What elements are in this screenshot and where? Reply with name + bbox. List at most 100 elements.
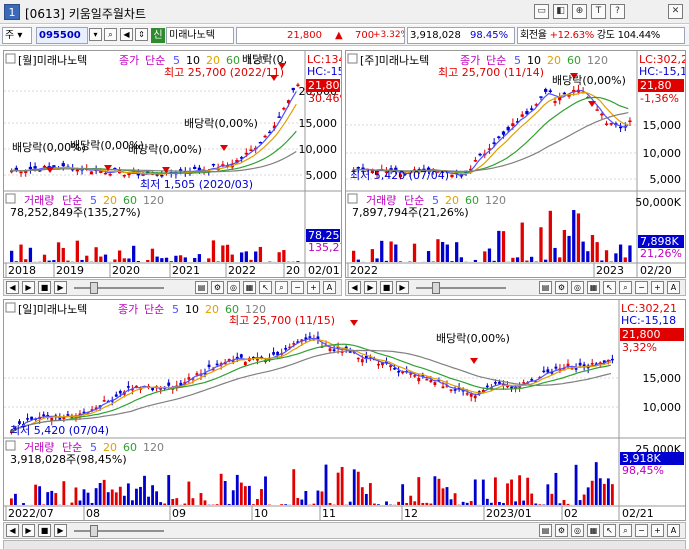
candle xyxy=(417,377,421,382)
grid-icon[interactable]: ▦ xyxy=(243,281,256,294)
candle xyxy=(554,366,558,369)
monthly-chart[interactable]: 20,00015,00010,0005,000[월]미래나노텍종가단순51020… xyxy=(3,50,342,278)
volume-bar xyxy=(389,241,393,262)
settings-icon[interactable]: ⚙ xyxy=(211,281,224,294)
zoom-out-icon[interactable]: − xyxy=(635,524,648,537)
prev-icon[interactable]: ◀ xyxy=(6,524,19,537)
chart-type-icon[interactable]: ▤ xyxy=(195,281,208,294)
dropdown-icon[interactable]: ▾ xyxy=(89,28,102,41)
candle xyxy=(66,414,70,416)
annotation-div: 배당락(0,00%) xyxy=(436,332,510,345)
pct-marker-text: 3,32% xyxy=(622,341,657,354)
volume-bar xyxy=(42,504,46,505)
indicator-icon[interactable]: ◎ xyxy=(227,281,240,294)
daily-chart[interactable]: 15,000 10,000 [일]미래나노텍 종가 단순 5 10 20 60 120 LC:302… xyxy=(3,299,686,521)
volume-bar xyxy=(501,231,506,262)
volume-bar xyxy=(628,245,632,262)
volume-bar xyxy=(110,489,114,505)
zoom-slider[interactable] xyxy=(74,530,164,532)
stop-icon[interactable]: ■ xyxy=(38,281,51,294)
zoom-slider-thumb[interactable] xyxy=(90,282,98,294)
volume-bar xyxy=(284,504,288,505)
search-icon[interactable]: ⌕ xyxy=(104,28,117,41)
zoom-in-icon[interactable]: + xyxy=(307,281,320,294)
title-bar: 1 [0613] 키움일주월차트 ▭ ◧ ⊕ T ? ✕ xyxy=(0,0,689,24)
annotation-arrow-icon xyxy=(470,358,478,364)
zoom-in-icon[interactable]: + xyxy=(651,281,664,294)
horizontal-scrollbar[interactable] xyxy=(3,540,686,549)
search-icon[interactable]: ⌕ xyxy=(275,281,288,294)
grid-icon[interactable]: ▦ xyxy=(587,281,600,294)
stock-code-input[interactable]: 095500 xyxy=(36,27,88,44)
font-icon[interactable]: A xyxy=(667,524,680,537)
text-icon[interactable]: T xyxy=(591,4,606,19)
next-icon[interactable]: ▶ xyxy=(54,281,67,294)
search-icon[interactable]: ⌕ xyxy=(619,524,632,537)
chart-type-icon[interactable]: ▤ xyxy=(539,524,552,537)
stock-toolbar: 주 ▾ 095500 ▾ ⌕ ◀ ⇕ 신 미래나노텍 21,800 ▲ 700 … xyxy=(0,25,689,46)
speaker-icon[interactable]: ◀ xyxy=(120,28,133,41)
volume-bar xyxy=(239,252,244,262)
zoom-slider[interactable] xyxy=(416,287,506,289)
volume-bar xyxy=(548,210,552,262)
play-icon[interactable]: ▶ xyxy=(364,281,377,294)
volume-bar xyxy=(553,247,557,262)
search-icon[interactable]: ⌕ xyxy=(619,281,632,294)
date-label: 02/01 xyxy=(308,264,340,277)
volume-bar xyxy=(502,503,505,505)
candle xyxy=(478,153,482,156)
cursor-icon[interactable]: ↖ xyxy=(603,524,616,537)
restore-icon[interactable]: ◧ xyxy=(553,4,568,19)
prev-icon[interactable]: ◀ xyxy=(6,281,19,294)
next-icon[interactable]: ▶ xyxy=(396,281,409,294)
font-icon[interactable]: A xyxy=(667,281,680,294)
weekly-chart[interactable]: 15,000 10,000 5,000 [주]미래나노텍 종가 단순 5 10 20 60 120 L… xyxy=(345,50,686,278)
volume-bar xyxy=(80,259,84,262)
close-icon[interactable]: ✕ xyxy=(668,4,683,19)
minimize-icon[interactable]: ▭ xyxy=(534,4,549,19)
volume-bar xyxy=(384,260,389,262)
zoom-out-icon[interactable]: − xyxy=(291,281,304,294)
candle xyxy=(282,107,286,110)
volume-bar xyxy=(207,258,211,262)
indicator-icon[interactable]: ◎ xyxy=(571,524,584,537)
y-tick-label: 5,000 xyxy=(306,169,338,182)
volume-bar xyxy=(590,235,595,262)
stop-icon[interactable]: ■ xyxy=(38,524,51,537)
candle xyxy=(243,361,247,366)
settings-icon[interactable]: ⚙ xyxy=(555,281,568,294)
volume-bar xyxy=(50,490,54,505)
link-icon[interactable]: ⊕ xyxy=(572,4,587,19)
volume-bar xyxy=(529,256,534,262)
chart-type-icon[interactable]: ▤ xyxy=(539,281,552,294)
cursor-icon[interactable]: ↖ xyxy=(603,281,616,294)
font-icon[interactable]: A xyxy=(323,281,336,294)
indicator-icon[interactable]: ◎ xyxy=(571,281,584,294)
candle xyxy=(485,385,489,388)
volume-bar xyxy=(324,464,328,505)
candle xyxy=(58,418,62,420)
prev-icon[interactable]: ◀ xyxy=(348,281,361,294)
volume-bar xyxy=(368,483,372,505)
zoom-in-icon[interactable]: + xyxy=(651,524,664,537)
candle xyxy=(244,152,248,155)
help-icon[interactable]: ? xyxy=(610,4,625,19)
play-icon[interactable]: ▶ xyxy=(22,524,35,537)
zoom-slider-thumb[interactable] xyxy=(90,525,98,537)
zoom-slider[interactable] xyxy=(74,287,164,289)
volume-bar xyxy=(340,466,344,505)
play-icon[interactable]: ▶ xyxy=(22,281,35,294)
zoom-out-icon[interactable]: − xyxy=(635,281,648,294)
volume-bar xyxy=(602,483,606,505)
stop-icon[interactable]: ■ xyxy=(380,281,393,294)
volume-bar xyxy=(56,242,61,262)
zoom-slider-thumb[interactable] xyxy=(432,282,440,294)
grid-icon[interactable]: ▦ xyxy=(587,524,600,537)
next-icon[interactable]: ▶ xyxy=(54,524,67,537)
scroll-icon[interactable]: ⇕ xyxy=(135,28,148,41)
cursor-icon[interactable]: ↖ xyxy=(259,281,272,294)
annotation-arrow-icon xyxy=(588,101,596,107)
period-select[interactable]: 주 ▾ xyxy=(2,27,32,44)
settings-icon[interactable]: ⚙ xyxy=(555,524,568,537)
volume-bar xyxy=(175,498,179,505)
